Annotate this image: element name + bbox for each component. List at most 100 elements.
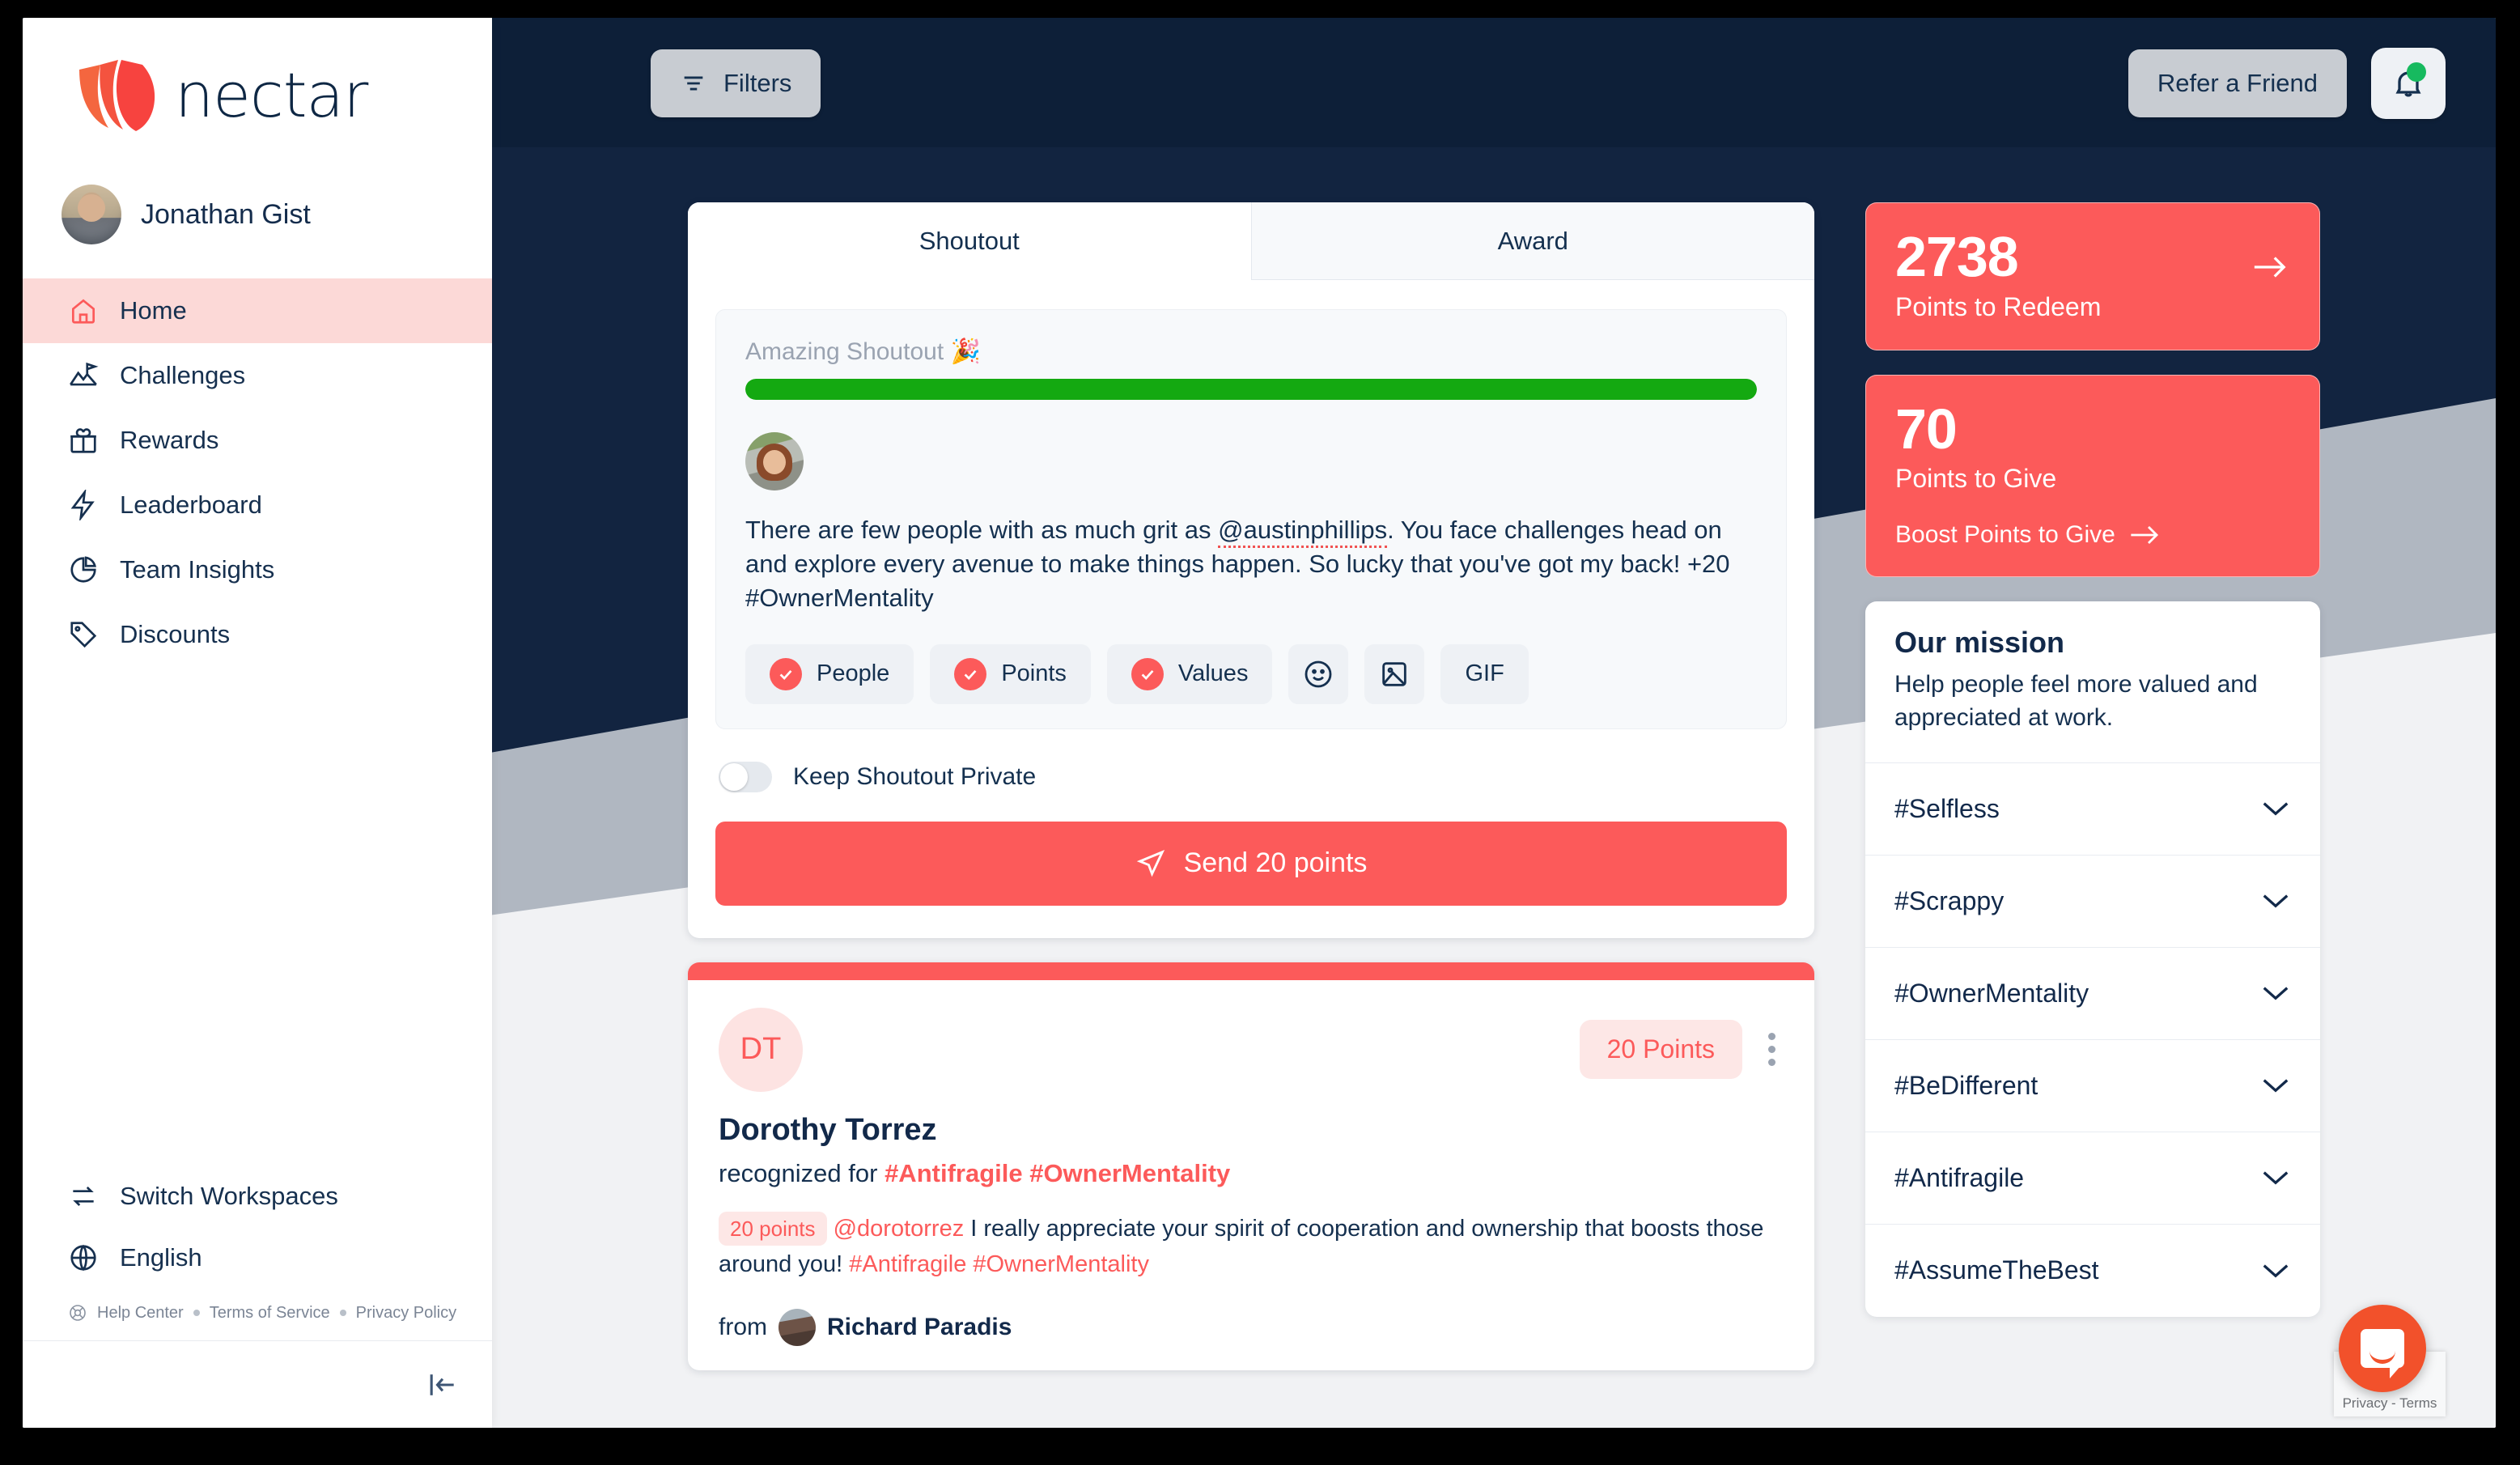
sidebar-item-label: Leaderboard: [120, 490, 262, 519]
tab-award-label: Award: [1497, 226, 1568, 255]
collapse-sidebar-icon[interactable]: [424, 1367, 460, 1403]
help-center-link[interactable]: Help Center: [97, 1304, 184, 1323]
switch-icon: [73, 1186, 94, 1207]
value-row-bedifferent[interactable]: #BeDifferent: [1865, 1040, 2320, 1132]
brand-name: nectar: [175, 59, 368, 131]
recaptcha-text: Privacy - Terms: [2342, 1395, 2437, 1411]
brand-logo[interactable]: nectar: [23, 18, 492, 172]
chip-people[interactable]: People: [745, 643, 914, 704]
post-message: 20 points @dorotorrez I really appreciat…: [719, 1211, 1784, 1284]
shoutout-progress-fill: [745, 379, 1757, 400]
mission-title: Our mission: [1894, 626, 2065, 659]
chevron-down-icon: [2263, 894, 2289, 908]
sidebar-item-team-insights[interactable]: Team Insights: [23, 537, 492, 602]
gift-icon: [70, 428, 96, 453]
refer-a-friend-button[interactable]: Refer a Friend: [2128, 49, 2347, 117]
chip-people-label: People: [817, 660, 890, 687]
gif-label: GIF: [1465, 660, 1504, 687]
legal-separator: [339, 1310, 346, 1316]
value-row-selfless[interactable]: #Selfless: [1865, 763, 2320, 856]
chat-bubble-icon: [2361, 1329, 2404, 1378]
sidebar-bottom-bar: [23, 1340, 492, 1428]
profile-row[interactable]: Jonathan Gist: [23, 172, 492, 257]
sidebar-item-home[interactable]: Home: [23, 278, 492, 343]
main-column: Shoutout Award Amazing Shoutout 🎉 There …: [688, 202, 1814, 1371]
boost-points-link[interactable]: Boost Points to Give: [1895, 521, 2290, 549]
post-recipient-name: Dorothy Torrez: [719, 1112, 937, 1147]
tab-shoutout-label: Shoutout: [918, 227, 1020, 255]
emoji-icon: [1305, 660, 1332, 687]
value-row-scrappy[interactable]: #Scrappy: [1865, 856, 2320, 948]
notifications-button[interactable]: [2371, 48, 2446, 119]
sidebar-item-discounts[interactable]: Discounts: [23, 602, 492, 667]
shoutout-editor[interactable]: Amazing Shoutout 🎉 There are few people …: [715, 309, 1787, 729]
top-bar: Filters Refer a Friend: [492, 18, 2496, 149]
arrow-right-icon: [2131, 525, 2158, 545]
legal-links: Help Center Terms of Service Privacy Pol…: [23, 1289, 492, 1340]
composer-body: Amazing Shoutout 🎉 There are few people …: [688, 280, 1814, 906]
sidebar-nav: Home Challenges Rewards Leaderboard Team…: [23, 278, 492, 667]
home-icon: [71, 299, 95, 324]
right-rail: 2738 Points to Redeem 70 Points to Give …: [1865, 202, 2320, 1317]
filters-button[interactable]: Filters: [651, 49, 821, 117]
send-icon: [1136, 849, 1165, 877]
value-row-assumethebest[interactable]: #AssumeTheBest: [1865, 1225, 2320, 1317]
sidebar-item-leaderboard[interactable]: Leaderboard: [23, 473, 492, 537]
check-circle-icon: [1131, 657, 1164, 690]
points-to-redeem-card[interactable]: 2738 Points to Redeem: [1865, 202, 2320, 350]
chevron-down-icon: [2263, 1264, 2289, 1278]
notification-badge: [2407, 62, 2426, 82]
value-row-antifragile[interactable]: #Antifragile: [1865, 1132, 2320, 1225]
sidebar-item-challenges[interactable]: Challenges: [23, 343, 492, 408]
globe-icon: [70, 1244, 96, 1272]
chip-points[interactable]: Points: [930, 643, 1091, 704]
shoutout-message-pre: There are few people with as much grit a…: [745, 516, 1219, 544]
post-header: DT 20 Points: [719, 1007, 1784, 1092]
post-from-name[interactable]: Richard Paradis: [827, 1314, 1012, 1341]
kebab-menu-icon[interactable]: [1760, 1026, 1784, 1072]
send-points-button[interactable]: Send 20 points: [715, 821, 1787, 906]
points-to-redeem-label: Points to Redeem: [1895, 291, 2102, 321]
terms-of-service-link[interactable]: Terms of Service: [210, 1304, 330, 1323]
chip-values[interactable]: Values: [1106, 643, 1273, 704]
mountain-flag-icon: [70, 362, 99, 386]
value-label: #BeDifferent: [1894, 1070, 2038, 1100]
tab-award[interactable]: Award: [1250, 202, 1814, 280]
privacy-toggle-row: Keep Shoutout Private: [719, 761, 1787, 792]
keep-private-label: Keep Shoutout Private: [793, 762, 1037, 790]
post-points-pill: 20 points: [719, 1211, 827, 1246]
composer-tabs: Shoutout Award: [688, 202, 1814, 280]
post-recognized-tags[interactable]: #Antifragile #OwnerMentality: [885, 1159, 1230, 1187]
switch-workspaces-button[interactable]: Switch Workspaces: [23, 1166, 492, 1227]
sidebar-item-rewards[interactable]: Rewards: [23, 408, 492, 473]
language-selector[interactable]: English: [23, 1227, 492, 1289]
boost-points-label: Boost Points to Give: [1895, 521, 2115, 548]
post-mention[interactable]: @dorotorrez: [834, 1216, 965, 1242]
keep-private-toggle[interactable]: [719, 761, 772, 792]
shoutout-mention[interactable]: @austinphillips: [1218, 516, 1388, 548]
points-to-give-card[interactable]: 70 Points to Give Boost Points to Give: [1865, 374, 2320, 577]
post-points-badge: 20 Points: [1579, 1020, 1742, 1080]
post-recognized-line: recognized for #Antifragile #OwnerMental…: [719, 1159, 1784, 1188]
chevron-down-icon: [2263, 1171, 2289, 1185]
profile-name: Jonathan Gist: [141, 198, 311, 230]
privacy-policy-link[interactable]: Privacy Policy: [356, 1304, 456, 1323]
filter-icon: [684, 76, 703, 91]
image-icon: [1382, 661, 1407, 686]
post-message-tags[interactable]: #Antifragile #OwnerMentality: [849, 1251, 1149, 1277]
gif-picker-button[interactable]: GIF: [1440, 643, 1529, 704]
tag-icon: [70, 622, 97, 648]
value-label: #AssumeTheBest: [1894, 1255, 2099, 1285]
post-header-right: 20 Points: [1579, 1020, 1784, 1080]
value-row-ownermentality[interactable]: #OwnerMentality: [1865, 948, 2320, 1040]
tab-shoutout[interactable]: Shoutout: [688, 202, 1251, 280]
emoji-picker-button[interactable]: [1288, 643, 1349, 704]
chevron-down-icon: [2263, 802, 2289, 816]
mission-header: Our mission Help people feel more valued…: [1865, 601, 2320, 763]
chat-launcher-button[interactable]: [2339, 1305, 2426, 1392]
shoutout-message[interactable]: There are few people with as much grit a…: [745, 513, 1757, 615]
feed-post: DT 20 Points Dorothy Torrez recognized f…: [688, 962, 1814, 1371]
browser-frame: nectar Jonathan Gist Home Challenges Rew…: [0, 0, 2520, 1465]
image-upload-button[interactable]: [1364, 643, 1425, 704]
